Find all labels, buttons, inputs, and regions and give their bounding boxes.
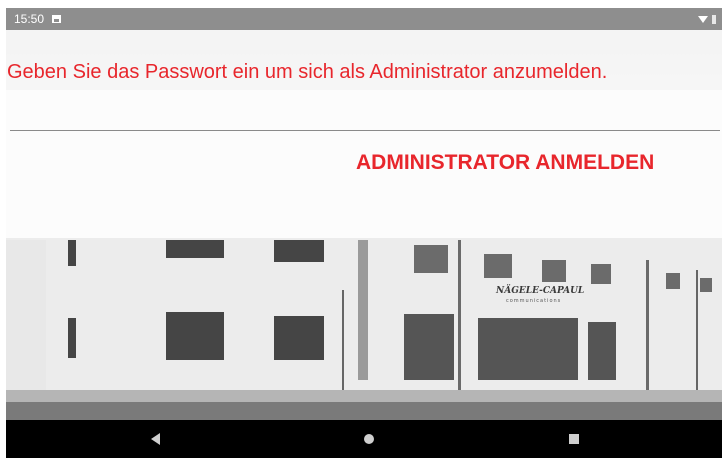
home-icon[interactable]	[364, 434, 374, 444]
photo-window	[414, 245, 448, 273]
photo-window	[274, 240, 324, 262]
screen-frame-top	[0, 0, 724, 8]
status-time: 15:50	[14, 12, 45, 26]
photo-column	[358, 240, 368, 380]
image-notification-icon	[52, 15, 62, 23]
recent-apps-icon[interactable]	[569, 434, 579, 444]
wifi-icon	[698, 15, 708, 23]
building-sign-text: NÄGELE-CAPAUL	[496, 286, 585, 296]
photo-post	[342, 290, 344, 400]
photo-window	[666, 273, 680, 289]
photo-window	[166, 312, 224, 360]
photo-storefront	[404, 314, 454, 380]
photo-window	[68, 318, 76, 358]
photo-window	[542, 260, 566, 282]
photo-road	[6, 402, 722, 420]
photo-tree	[646, 260, 649, 400]
photo-storefront	[588, 322, 616, 380]
status-bar: 15:50	[6, 8, 722, 30]
photo-building-side	[6, 240, 46, 400]
status-icons	[698, 14, 716, 24]
password-input[interactable]	[10, 100, 720, 131]
admin-login-button[interactable]: ADMINISTRATOR ANMELDEN	[356, 143, 722, 183]
building-sign-subtext: communications	[506, 298, 562, 304]
screen-frame-left	[0, 0, 6, 458]
photo-window	[274, 316, 324, 360]
photo-window	[700, 278, 712, 292]
photo-window	[166, 240, 224, 258]
photo-window	[484, 254, 512, 278]
login-prompt: Geben Sie das Passwort ein um sich als A…	[7, 61, 608, 83]
photo-storefront	[478, 318, 578, 380]
photo-tree	[458, 240, 461, 400]
photo-window	[68, 240, 76, 266]
navigation-bar	[6, 420, 722, 458]
back-icon[interactable]	[151, 433, 160, 445]
battery-icon	[712, 14, 716, 24]
photo-window	[591, 264, 611, 284]
photo-post	[696, 270, 698, 400]
